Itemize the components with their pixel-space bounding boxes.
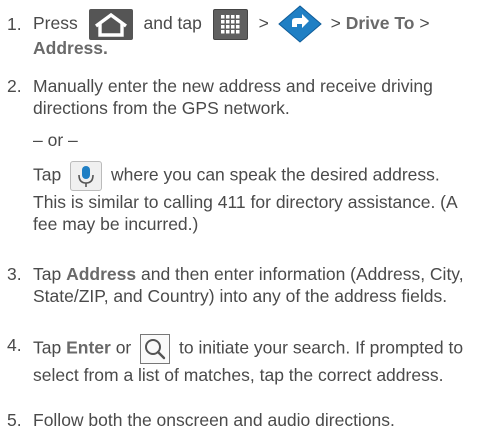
step-bold: Address. [33,38,108,59]
microphone-icon [70,161,103,191]
step-text: Tap [33,337,62,358]
search-icon [140,334,171,364]
step-number: 5. [7,410,22,430]
instruction-page: 1. Press and tap > > Drive To > Address.… [0,0,485,436]
step-text: and tap [143,13,202,33]
step-bold: Enter [66,337,111,358]
navigation-app-icon [277,5,322,44]
step-text: Press [33,13,78,33]
step-3: 3. Tap Address and then enter informatio… [7,263,477,307]
step-bold: Drive To [345,13,415,33]
step-number: 3. [7,264,22,284]
step-text: Tap [33,164,62,185]
step-text: Manually enter the new address and recei… [33,76,433,118]
step-number: 4. [7,335,22,355]
step-5: 5. Follow both the onscreen and audio di… [7,409,477,431]
apps-grid-icon [212,8,248,40]
step-4: 4. Tap Enter or to initiate your search.… [7,334,477,386]
step-text: > [330,13,341,33]
step-text: Follow both the onscreen and audio direc… [33,410,395,430]
step-number: 1. [7,14,22,34]
step-text: or [115,337,132,358]
step-2: 2. Manually enter the new address and re… [7,75,477,235]
step-bold: Address [66,264,137,284]
step-text: Tap [33,264,62,284]
step-text: > [258,13,269,33]
step-1: 1. Press and tap > > Drive To > Address. [7,4,477,59]
or-separator: – or – [33,130,78,150]
step-number: 2. [7,76,22,96]
home-icon [88,8,133,40]
step-text: > [419,13,430,33]
